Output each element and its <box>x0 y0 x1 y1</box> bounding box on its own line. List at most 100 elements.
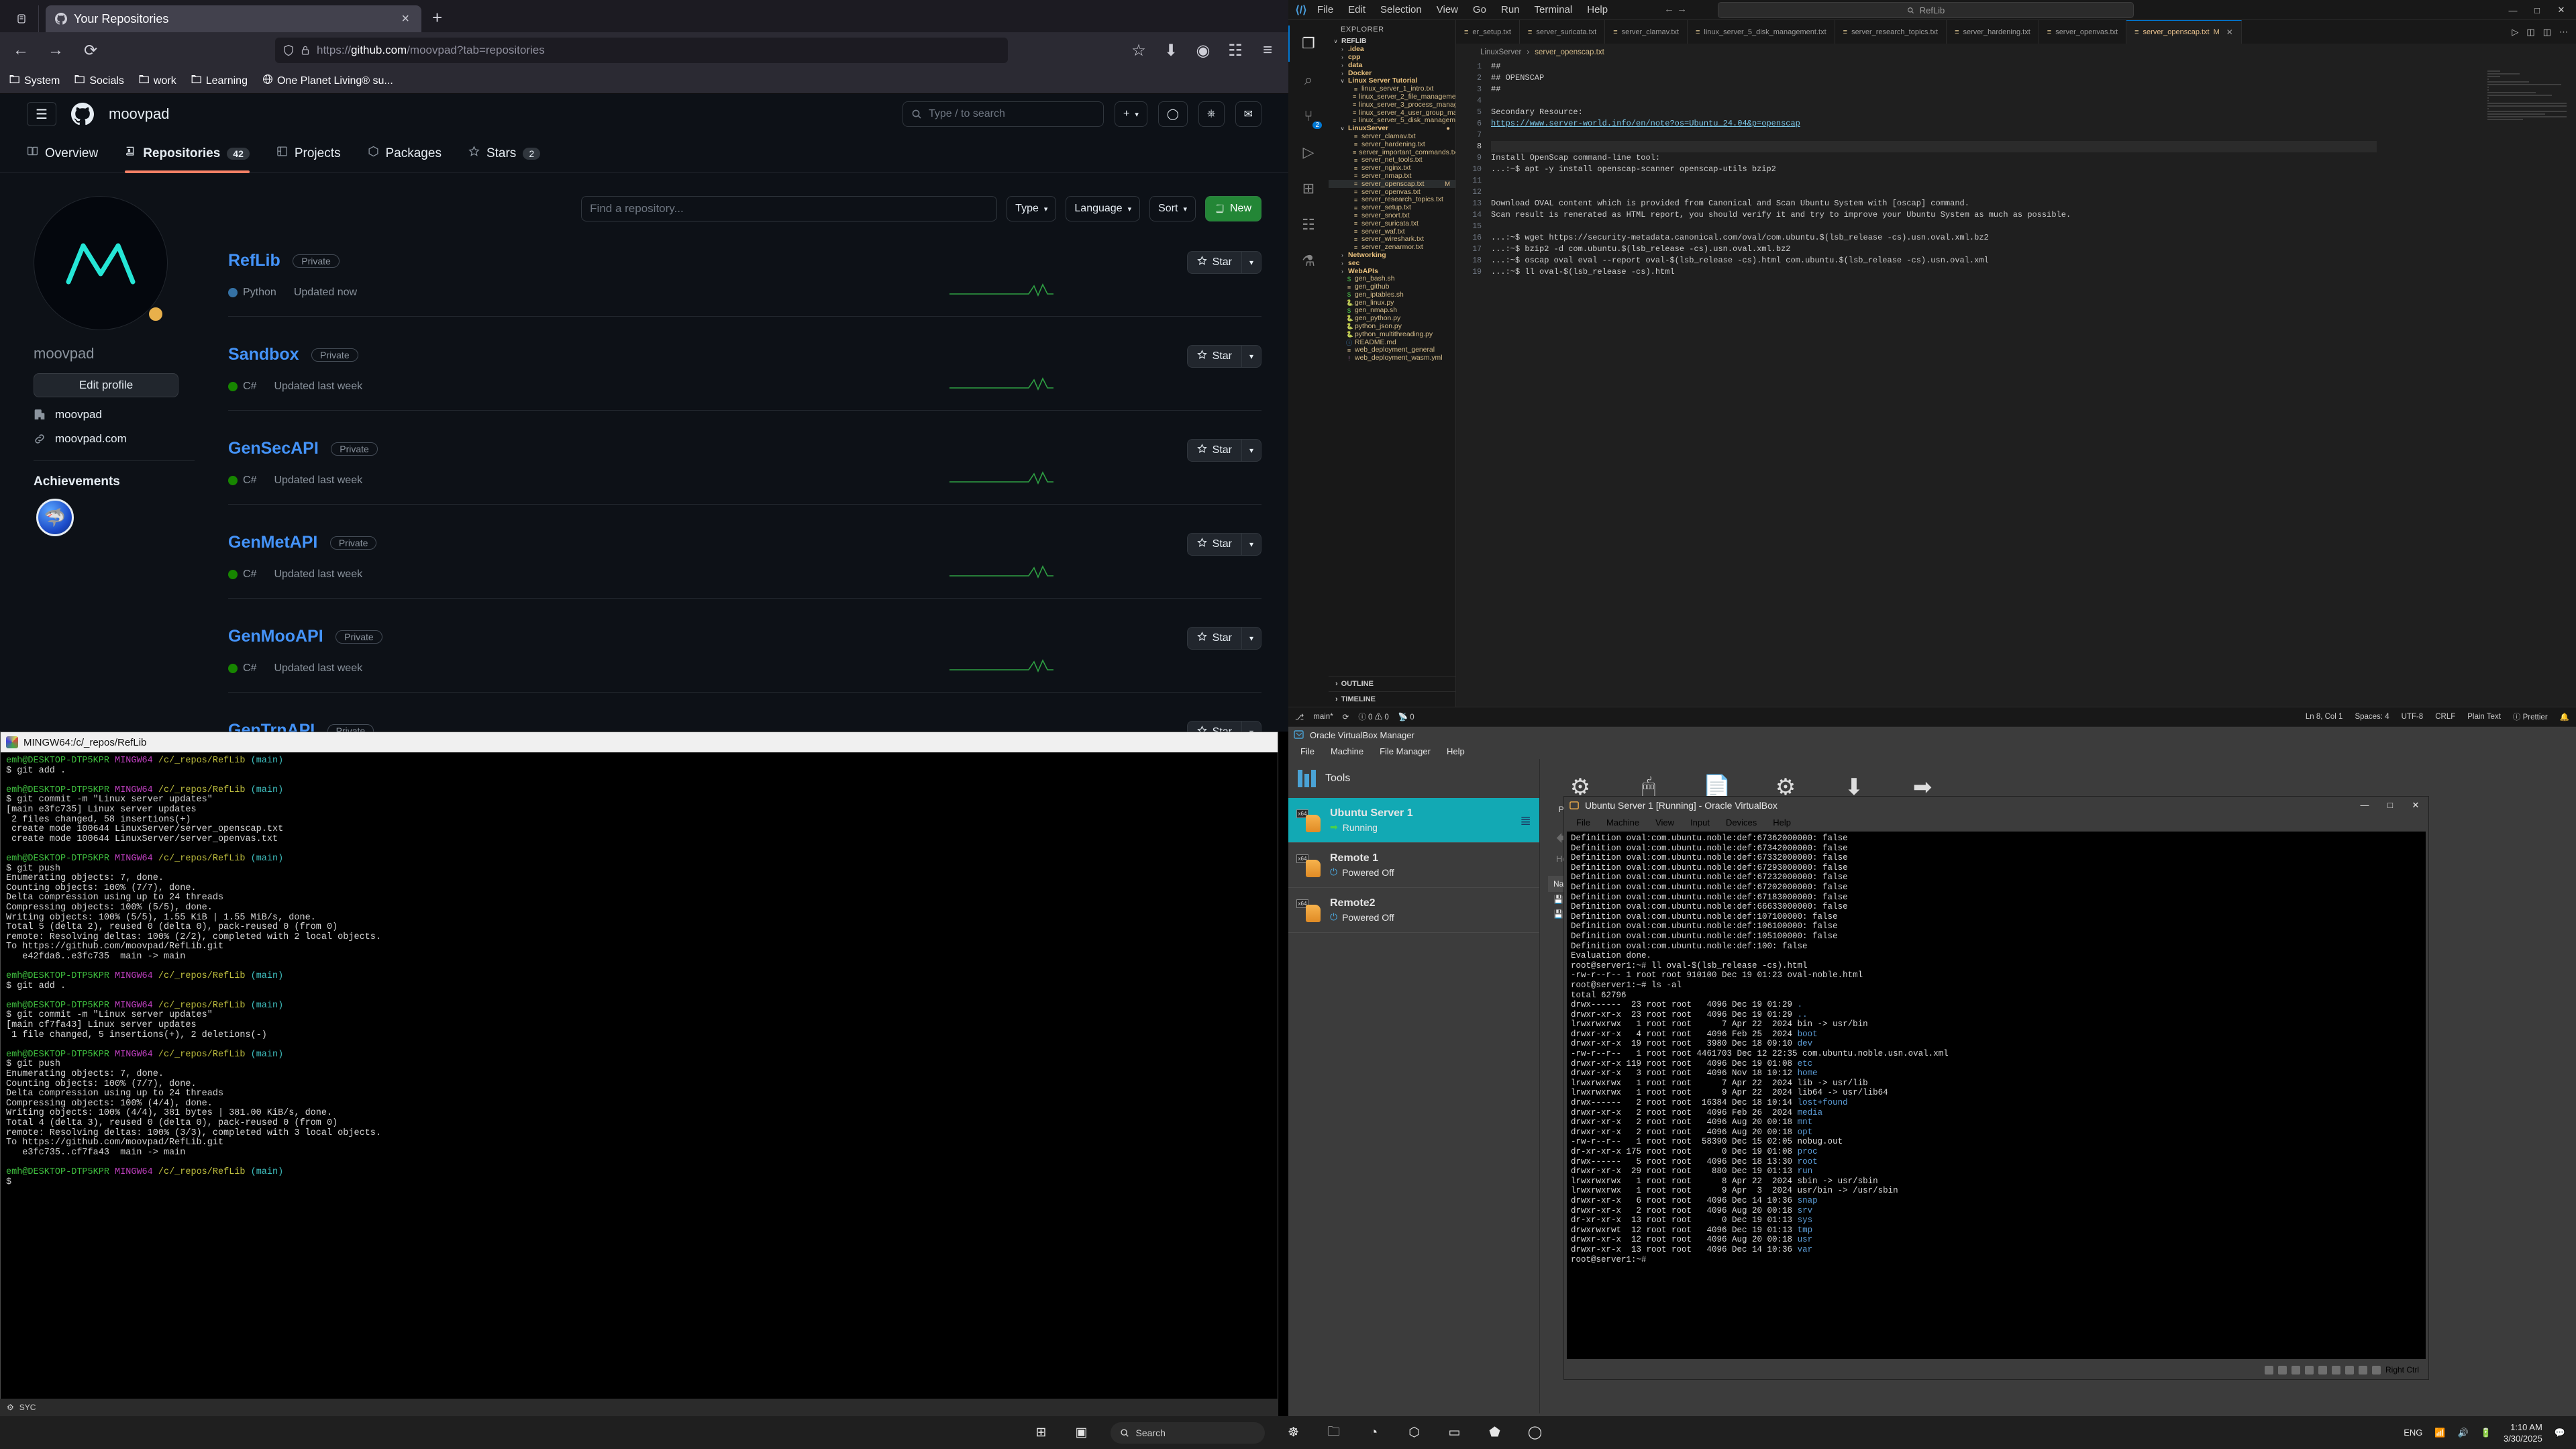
tree-folder-cpp[interactable]: › cpp <box>1329 54 1455 62</box>
vscode-nav-arrows[interactable]: ← → <box>1664 3 1687 15</box>
tree-file-linux-server-2-file-management-txt[interactable]: ≡ linux_server_2_file_management.txt <box>1329 93 1455 101</box>
tray-battery-icon[interactable]: 🔋 <box>2481 1428 2491 1438</box>
code-line[interactable]: 19 ...:~$ ll oval-$(lsb_release -cs).html <box>1456 266 2576 278</box>
star-button[interactable]: Star <box>1186 533 1241 556</box>
editor-tab-linux_server_5_disk_management-txt[interactable]: ≡ linux_server_5_disk_management.txt <box>1688 20 1835 44</box>
vm-menu-file[interactable]: File <box>1568 817 1598 828</box>
tree-file-web-deployment-wasm-yml[interactable]: ! web_deployment_wasm.yml <box>1329 354 1455 362</box>
taskview-icon[interactable]: ▣ <box>1070 1421 1093 1444</box>
edge-icon[interactable]: ◔ <box>1363 1421 1386 1444</box>
close-icon[interactable]: × <box>397 11 413 27</box>
more-actions-icon[interactable]: ⋯ <box>2559 27 2568 38</box>
new-tab-button[interactable]: + <box>432 7 442 28</box>
explorer-icon[interactable]: ❐ <box>1288 26 1329 62</box>
code-line[interactable]: 1 ## <box>1456 61 2576 72</box>
menu-edit[interactable]: Edit <box>1341 0 1373 20</box>
menu-help[interactable]: Help <box>1580 0 1615 20</box>
editor-tab-er_setup-txt[interactable]: ≡ er_setup.txt <box>1456 20 1520 44</box>
remote-icon[interactable]: ⎇ <box>1295 712 1304 721</box>
repository-row[interactable]: GenTrnAPI Private C# Updated last week S… <box>228 703 1261 732</box>
tree-file-gen-bash-sh[interactable]: $ gen_bash.sh <box>1329 275 1455 283</box>
eol[interactable]: CRLF <box>2435 713 2455 721</box>
editor-tab-server_hardening-txt[interactable]: ≡ server_hardening.txt <box>1947 20 2039 44</box>
extensions-icon[interactable]: ☷ <box>1224 41 1247 60</box>
repository-row[interactable]: GenMetAPI Private C# Updated last week S… <box>228 515 1261 599</box>
code-line[interactable]: 9 Install OpenScap command-line tool: <box>1456 152 2576 164</box>
tree-folder--idea[interactable]: › .idea <box>1329 46 1455 54</box>
notifications-button[interactable]: ✉ <box>1235 101 1261 127</box>
repository-name-link[interactable]: GenTrnAPI <box>228 721 315 732</box>
code-line[interactable]: 13 Download OVAL content which is provide… <box>1456 198 2576 209</box>
editor-tab-server_suricata-txt[interactable]: ≡ server_suricata.txt <box>1519 20 1606 44</box>
vm-item-remote-1[interactable]: x64 Remote 1 ⏻ Powered Off <box>1288 843 1539 888</box>
bookmark-learning[interactable]: Learning <box>191 74 248 87</box>
tree-file-server-openscap-txt[interactable]: ≡ server_openscap.txt M <box>1329 180 1455 189</box>
star-button[interactable]: Star <box>1186 345 1241 368</box>
bookmark-work[interactable]: work <box>139 74 176 87</box>
sync-icon[interactable]: ⟳ <box>1343 712 1349 721</box>
tree-file-server-net-tools-txt[interactable]: ≡ server_net_tools.txt <box>1329 156 1455 164</box>
star-button[interactable]: Star <box>1186 251 1241 274</box>
pull-requests-button[interactable]: ⎈ <box>1198 101 1225 127</box>
virtualbox-icon[interactable]: ⬟ <box>1484 1421 1506 1444</box>
star-dropdown-button[interactable]: ▾ <box>1241 627 1261 650</box>
find-repository-input[interactable]: Find a repository... <box>581 196 998 221</box>
timeline-section[interactable]: › TIMELINE <box>1329 691 1455 707</box>
start-icon[interactable]: ⊞ <box>1030 1421 1053 1444</box>
bookmark-system[interactable]: System <box>9 74 60 87</box>
code-line[interactable]: 15 <box>1456 221 2576 232</box>
repository-name-link[interactable]: RefLib <box>228 251 280 270</box>
breadcrumb-file[interactable]: server_openscap.txt <box>1535 48 1604 56</box>
tree-file-server-wireshark-txt[interactable]: ≡ server_wireshark.txt <box>1329 236 1455 244</box>
repository-name-link[interactable]: Sandbox <box>228 345 299 364</box>
error-count[interactable]: ⓘ 0 ⚠ 0 <box>1358 711 1388 722</box>
tree-folder-docker[interactable]: › Docker <box>1329 69 1455 77</box>
menu-icon[interactable]: ≡ <box>1256 41 1279 60</box>
menu-terminal[interactable]: Terminal <box>1527 0 1580 20</box>
git-bash-output[interactable]: emh@DESKTOP-DTP5KPR MINGW64 /c/_repos/Re… <box>1 752 1278 1191</box>
code-line[interactable]: 11 <box>1456 175 2576 187</box>
bookmark-star-icon[interactable]: ☆ <box>1127 41 1150 60</box>
avatar-status-badge[interactable] <box>147 305 164 323</box>
back-icon[interactable]: ← <box>9 41 32 60</box>
tree-file-server-waf-txt[interactable]: ≡ server_waf.txt <box>1329 228 1455 236</box>
command-center[interactable]: RefLib <box>1718 2 2134 18</box>
vm-menu-devices[interactable]: Devices <box>1718 817 1765 828</box>
menu-file[interactable]: File <box>1310 0 1341 20</box>
tree-folder-networking[interactable]: › Networking <box>1329 252 1455 260</box>
clock[interactable]: 1:10 AM 3/30/2025 <box>2504 1421 2542 1444</box>
sort-filter-button[interactable]: Sort ▾ <box>1149 196 1196 221</box>
star-dropdown-button[interactable]: ▾ <box>1241 533 1261 556</box>
tree-file-server-nginx-txt[interactable]: ≡ server_nginx.txt <box>1329 164 1455 172</box>
tools-item[interactable]: Tools <box>1288 759 1539 798</box>
tree-file-server-research-topics-txt[interactable]: ≡ server_research_topics.txt <box>1329 196 1455 204</box>
cursor-position[interactable]: Ln 8, Col 1 <box>2306 713 2343 721</box>
language-mode[interactable]: Plain Text <box>2467 713 2501 721</box>
code-line[interactable]: 5 Secondary Resource: <box>1456 107 2576 118</box>
tree-file-server-setup-txt[interactable]: ≡ server_setup.txt <box>1329 204 1455 212</box>
vm-item-remote2[interactable]: x64 Remote2 ⏻ Powered Off <box>1288 888 1539 933</box>
bookmark-socials[interactable]: Socials <box>74 74 124 87</box>
repository-row[interactable]: RefLib Private Python Updated now Star ▾ <box>228 234 1261 317</box>
tree-file-readme-md[interactable]: ⓘ README.md <box>1329 338 1455 346</box>
code-line[interactable]: 18 ...:~$ oscap oval eval --report oval-$… <box>1456 255 2576 266</box>
editor-tab-server_openscap-txt[interactable]: ≡ server_openscap.txt M ✕ <box>2126 20 2242 44</box>
type-filter-button[interactable]: Type ▾ <box>1007 196 1057 221</box>
tray-language[interactable]: ENG <box>2404 1428 2422 1438</box>
split-editor-icon[interactable]: ◫ <box>2526 27 2534 38</box>
menu-view[interactable]: View <box>1429 0 1465 20</box>
tree-file-python-multithreading-py[interactable]: 🐍 python_multithreading.py <box>1329 330 1455 338</box>
hamburger-icon[interactable]: ☰ <box>27 102 56 126</box>
vm-menu-help[interactable]: Help <box>1765 817 1799 828</box>
tab-packages[interactable]: Packages <box>368 134 442 173</box>
browser-tab-your-repositories[interactable]: Your Repositories × <box>46 5 421 32</box>
branch-indicator[interactable]: main* <box>1313 713 1333 721</box>
repository-name-link[interactable]: GenSecAPI <box>228 439 319 458</box>
menu-run[interactable]: Run <box>1494 0 1527 20</box>
run-debug-icon[interactable]: ▷ <box>1288 134 1329 170</box>
tree-file-server-zenarmor-txt[interactable]: ≡ server_zenarmor.txt <box>1329 244 1455 252</box>
code-line[interactable]: 3 ## <box>1456 84 2576 95</box>
repository-row[interactable]: GenSecAPI Private C# Updated last week S… <box>228 421 1261 505</box>
code-line[interactable]: 6 https://www.server-world.info/en/note?o… <box>1456 118 2576 130</box>
tree-file-server-clamav-txt[interactable]: ≡ server_clamav.txt <box>1329 133 1455 141</box>
